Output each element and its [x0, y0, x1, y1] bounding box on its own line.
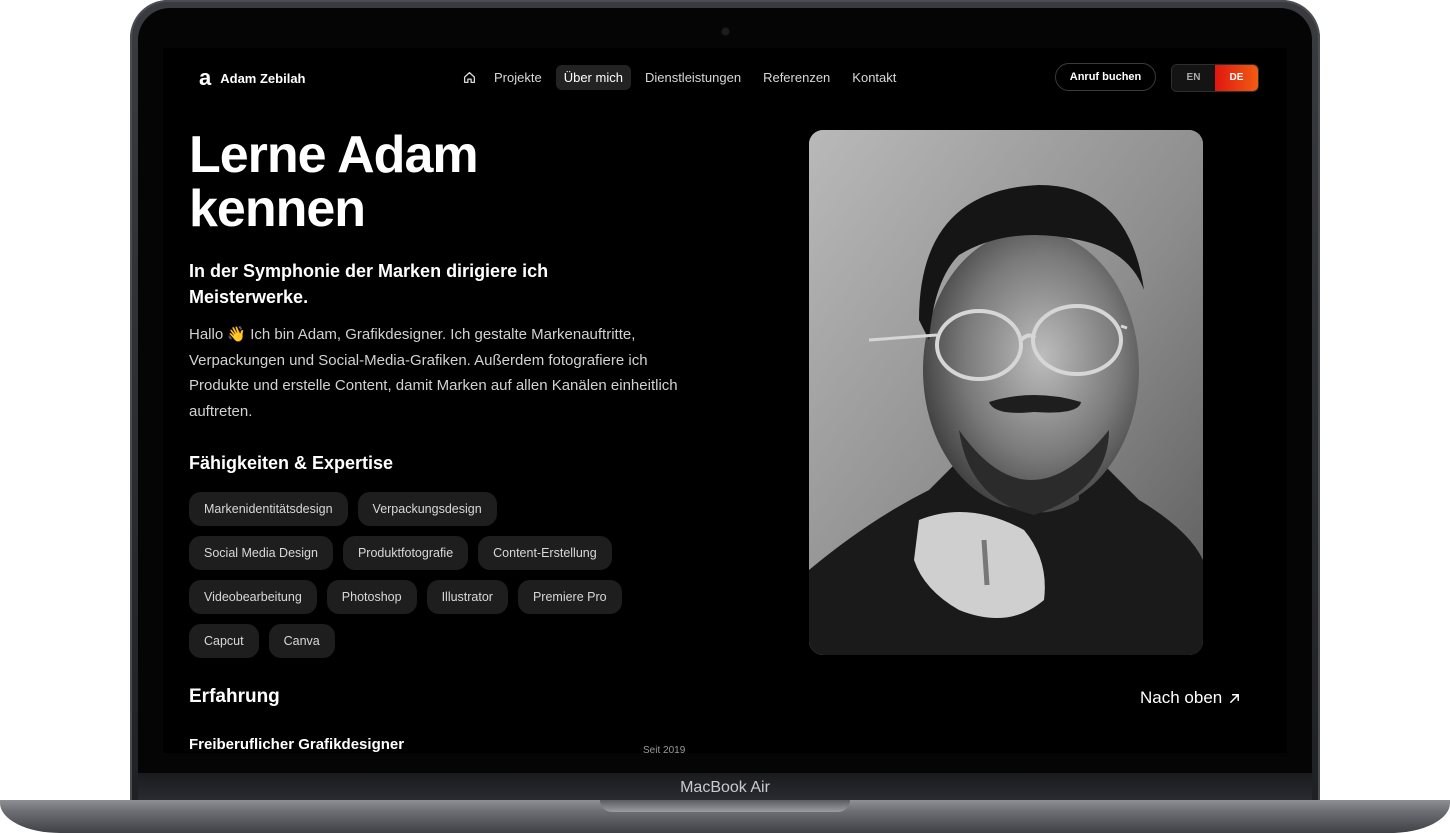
skill-tag: Premiere Pro: [517, 580, 622, 614]
screen: a Adam Zebilah Projekte Über mich Dienst…: [163, 48, 1287, 753]
skill-tag: Social Media Design: [189, 536, 333, 570]
experience-heading: Erfahrung: [189, 686, 280, 707]
hero-intro: Hallo 👋 Ich bin Adam, Grafikdesigner. Ic…: [189, 326, 678, 420]
brand-name: Adam Zebilah: [220, 70, 306, 86]
page-title: Lerne Adam kennen: [189, 126, 479, 238]
laptop-notch: [600, 800, 850, 812]
book-call-button[interactable]: Anruf buchen: [1055, 63, 1156, 91]
main-menu: Projekte Über mich Dienstleistungen Refe…: [458, 65, 904, 90]
back-to-top-link[interactable]: Nach oben: [1140, 688, 1241, 708]
portrait-photo: [809, 130, 1203, 655]
device-label: MacBook Air: [680, 779, 770, 796]
top-navigation: a Adam Zebilah Projekte Über mich Dienst…: [163, 48, 1287, 108]
skills-tag-list: Markenidentitätsdesign Verpackungsdesign…: [189, 492, 709, 668]
experience-job-date: Seit 2019: [643, 745, 686, 753]
language-switcher: EN DE: [1171, 64, 1259, 92]
brand-logo-icon: a: [199, 65, 212, 90]
skill-tag: Markenidentitätsdesign: [189, 492, 348, 526]
skill-tag: Verpackungsdesign: [357, 492, 497, 526]
back-to-top-label: Nach oben: [1140, 688, 1223, 707]
arrow-up-right-icon: [1230, 693, 1240, 703]
skills-row: Capcut Canva: [189, 624, 709, 658]
menu-item-ueber-mich[interactable]: Über mich: [555, 65, 631, 90]
skill-tag: Photoshop: [326, 580, 417, 614]
skill-tag: Produktfotografie: [342, 536, 469, 570]
skill-tag: Capcut: [189, 624, 259, 658]
menu-item-projekte[interactable]: Projekte: [486, 65, 550, 90]
skill-tag: Videobearbeitung: [189, 580, 317, 614]
language-option-de[interactable]: DE: [1215, 65, 1258, 91]
skills-row: Markenidentitätsdesign Verpackungsdesign: [189, 492, 709, 526]
language-option-en[interactable]: EN: [1172, 65, 1215, 91]
skill-tag: Canva: [268, 624, 335, 658]
home-icon[interactable]: [458, 66, 480, 90]
skills-row: Videobearbeitung Photoshop Illustrator P…: [189, 580, 709, 614]
menu-item-kontakt[interactable]: Kontakt: [844, 65, 904, 90]
brand[interactable]: a Adam Zebilah: [199, 65, 306, 90]
experience-job-title: Freiberuflicher Grafikdesigner: [189, 736, 405, 753]
hero-subtitle: In der Symphonie der Marken dirigiere ic…: [189, 261, 549, 307]
skills-heading: Fähigkeiten & Expertise: [189, 453, 394, 473]
skills-row: Social Media Design Produktfotografie Co…: [189, 536, 709, 570]
laptop-chin: MacBook Air: [138, 773, 1312, 803]
menu-item-dienstleistungen[interactable]: Dienstleistungen: [637, 65, 749, 90]
camera-icon: [722, 28, 729, 35]
menu-item-referenzen[interactable]: Referenzen: [755, 65, 838, 90]
skill-tag: Illustrator: [426, 580, 508, 614]
skill-tag: Content-Erstellung: [478, 536, 612, 570]
